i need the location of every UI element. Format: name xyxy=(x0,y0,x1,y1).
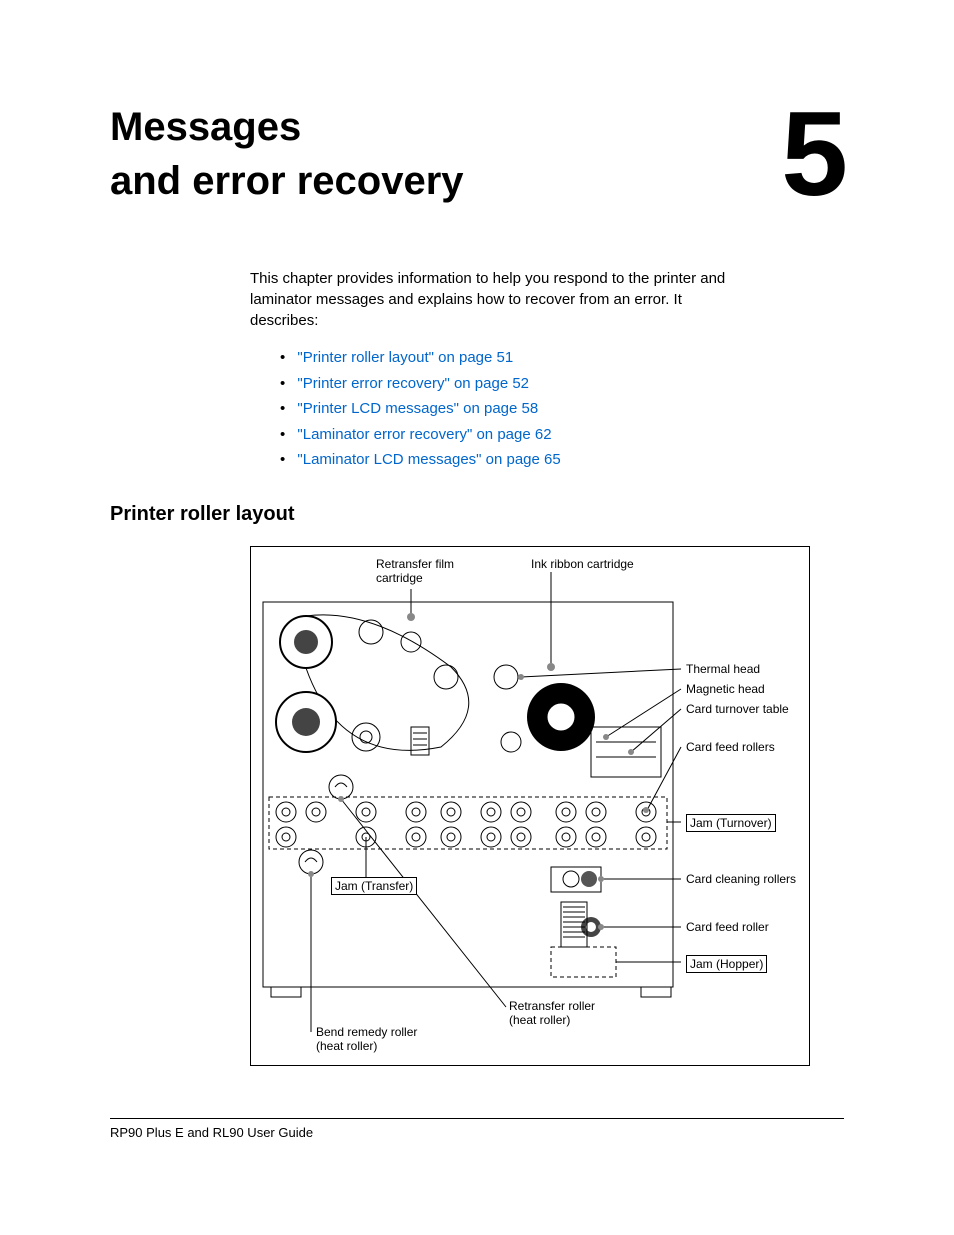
intro-paragraph: This chapter provides information to hel… xyxy=(250,268,750,331)
toc-link-laminator-error-recovery[interactable]: "Laminator error recovery" on page 62 xyxy=(297,426,551,443)
label-card-turnover-table: Card turnover table xyxy=(686,702,789,716)
label-card-feed-roller: Card feed roller xyxy=(686,920,769,934)
label-bend-remedy-roller: Bend remedy roller (heat roller) xyxy=(316,1025,417,1054)
page-footer: RP90 Plus E and RL90 User Guide xyxy=(110,1118,844,1140)
chapter-title: Messages and error recovery xyxy=(110,100,464,208)
toc-link-laminator-lcd-messages[interactable]: "Laminator LCD messages" on page 65 xyxy=(297,451,560,468)
toc-item: "Printer roller layout" on page 51 xyxy=(280,345,844,371)
label-jam-transfer: Jam (Transfer) xyxy=(331,877,417,895)
label-jam-hopper: Jam (Hopper) xyxy=(686,955,767,973)
footer-text: RP90 Plus E and RL90 User Guide xyxy=(110,1125,844,1140)
chapter-header: Messages and error recovery 5 xyxy=(110,100,844,208)
chapter-title-line1: Messages xyxy=(110,105,301,149)
toc-link-printer-lcd-messages[interactable]: "Printer LCD messages" on page 58 xyxy=(297,400,538,417)
section-heading: Printer roller layout xyxy=(110,503,844,526)
label-card-feed-rollers: Card feed rollers xyxy=(686,740,775,754)
label-card-cleaning-rollers: Card cleaning rollers xyxy=(686,872,796,886)
diagram-svg xyxy=(251,547,810,1066)
toc-item: "Laminator LCD messages" on page 65 xyxy=(280,447,844,473)
label-thermal-head: Thermal head xyxy=(686,662,760,676)
toc-link-printer-error-recovery[interactable]: "Printer error recovery" on page 52 xyxy=(297,375,529,392)
toc-item: "Printer LCD messages" on page 58 xyxy=(280,396,844,422)
label-magnetic-head: Magnetic head xyxy=(686,682,765,696)
toc-item: "Printer error recovery" on page 52 xyxy=(280,371,844,397)
footer-rule xyxy=(110,1118,844,1119)
diagram-container: Retransfer film cartridge Ink ribbon car… xyxy=(250,546,844,1066)
label-retransfer-roller: Retransfer roller (heat roller) xyxy=(509,999,595,1028)
label-jam-turnover: Jam (Turnover) xyxy=(686,814,776,832)
toc-list: "Printer roller layout" on page 51 "Prin… xyxy=(280,345,844,473)
chapter-number: 5 xyxy=(781,100,844,208)
printer-roller-layout-diagram: Retransfer film cartridge Ink ribbon car… xyxy=(250,546,810,1066)
chapter-title-line2: and error recovery xyxy=(110,159,464,203)
toc-item: "Laminator error recovery" on page 62 xyxy=(280,422,844,448)
toc-link-printer-roller-layout[interactable]: "Printer roller layout" on page 51 xyxy=(297,349,513,366)
